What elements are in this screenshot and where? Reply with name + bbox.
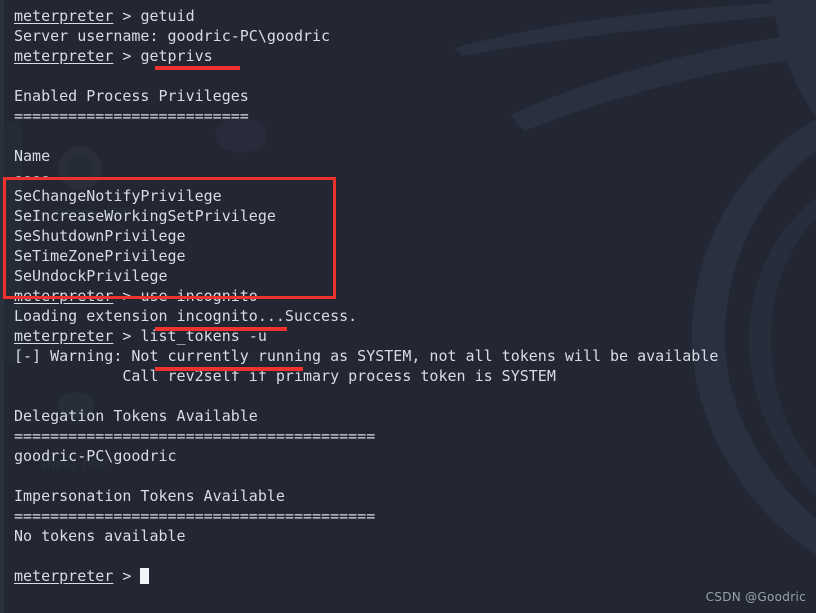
terminal-line-prompt-active[interactable]: meterpreter > <box>14 566 816 586</box>
terminal-heading-enabled-process-privileges: Enabled Process Privileges <box>14 87 249 105</box>
terminal-heading-impersonation-tokens: Impersonation Tokens Available <box>14 487 285 505</box>
command-getuid: getuid <box>140 7 195 25</box>
terminal-line-prompt-getuid: meterpreter > getuid <box>14 6 816 26</box>
terminal-rule-privileges-heading: ========================== <box>14 107 249 125</box>
command-list-tokens: list_tokens -u <box>140 327 267 345</box>
prompt-separator: > <box>113 567 141 585</box>
prompt-separator: > <box>113 327 141 345</box>
terminal-window: shell1.php Google 搜索 meterpreter > getui… <box>0 0 816 613</box>
terminal-heading-delegation-tokens: Delegation Tokens Available <box>14 407 258 425</box>
watermark-label: CSDN @Goodric <box>705 590 806 604</box>
terminal-rule-impersonation-tokens: ======================================== <box>14 507 376 525</box>
privilege-row: SeTimeZonePrivilege <box>14 247 186 265</box>
command-use-incognito: use incognito <box>140 287 258 305</box>
prompt-host-label: meterpreter <box>14 7 114 25</box>
terminal-line-prompt-list-tokens: meterpreter > list_tokens -u <box>14 326 816 346</box>
delegation-token-row: goodric-PC\goodric <box>14 447 177 465</box>
prompt-host-label: meterpreter <box>14 327 114 345</box>
prompt-separator: > <box>113 7 141 25</box>
privilege-row: SeUndockPrivilege <box>14 267 168 285</box>
privilege-row: SeShutdownPrivilege <box>14 227 186 245</box>
terminal-output[interactable]: meterpreter > getuid Server username: go… <box>0 0 816 613</box>
terminal-warning-line-1: [-] Warning: Not currently running as SY… <box>14 347 719 365</box>
prompt-separator: > <box>113 47 141 65</box>
terminal-warning-line-2: Call rev2self if primary process token i… <box>14 367 556 385</box>
prompt-host-label: meterpreter <box>14 47 114 65</box>
privilege-row: SeChangeNotifyPrivilege <box>14 187 222 205</box>
terminal-line-server-username: Server username: goodric-PC\goodric <box>14 27 331 45</box>
terminal-line-prompt-getprivs: meterpreter > getprivs <box>14 46 816 66</box>
terminal-rule-delegation-tokens: ======================================== <box>14 427 376 445</box>
terminal-line-prompt-use-incognito: meterpreter > use incognito <box>14 286 816 306</box>
prompt-host-label: meterpreter <box>14 287 114 305</box>
prompt-separator: > <box>113 287 141 305</box>
terminal-column-header-name: Name <box>14 147 51 165</box>
command-getprivs: getprivs <box>140 47 213 65</box>
prompt-host-label: meterpreter <box>14 567 114 585</box>
text-cursor <box>140 568 150 584</box>
privilege-row: SeIncreaseWorkingSetPrivilege <box>14 207 276 225</box>
terminal-line-no-tokens-available: No tokens available <box>14 527 186 545</box>
terminal-line-loading-extension: Loading extension incognito...Success. <box>14 307 358 325</box>
terminal-rule-name-column: ---- <box>14 167 51 185</box>
